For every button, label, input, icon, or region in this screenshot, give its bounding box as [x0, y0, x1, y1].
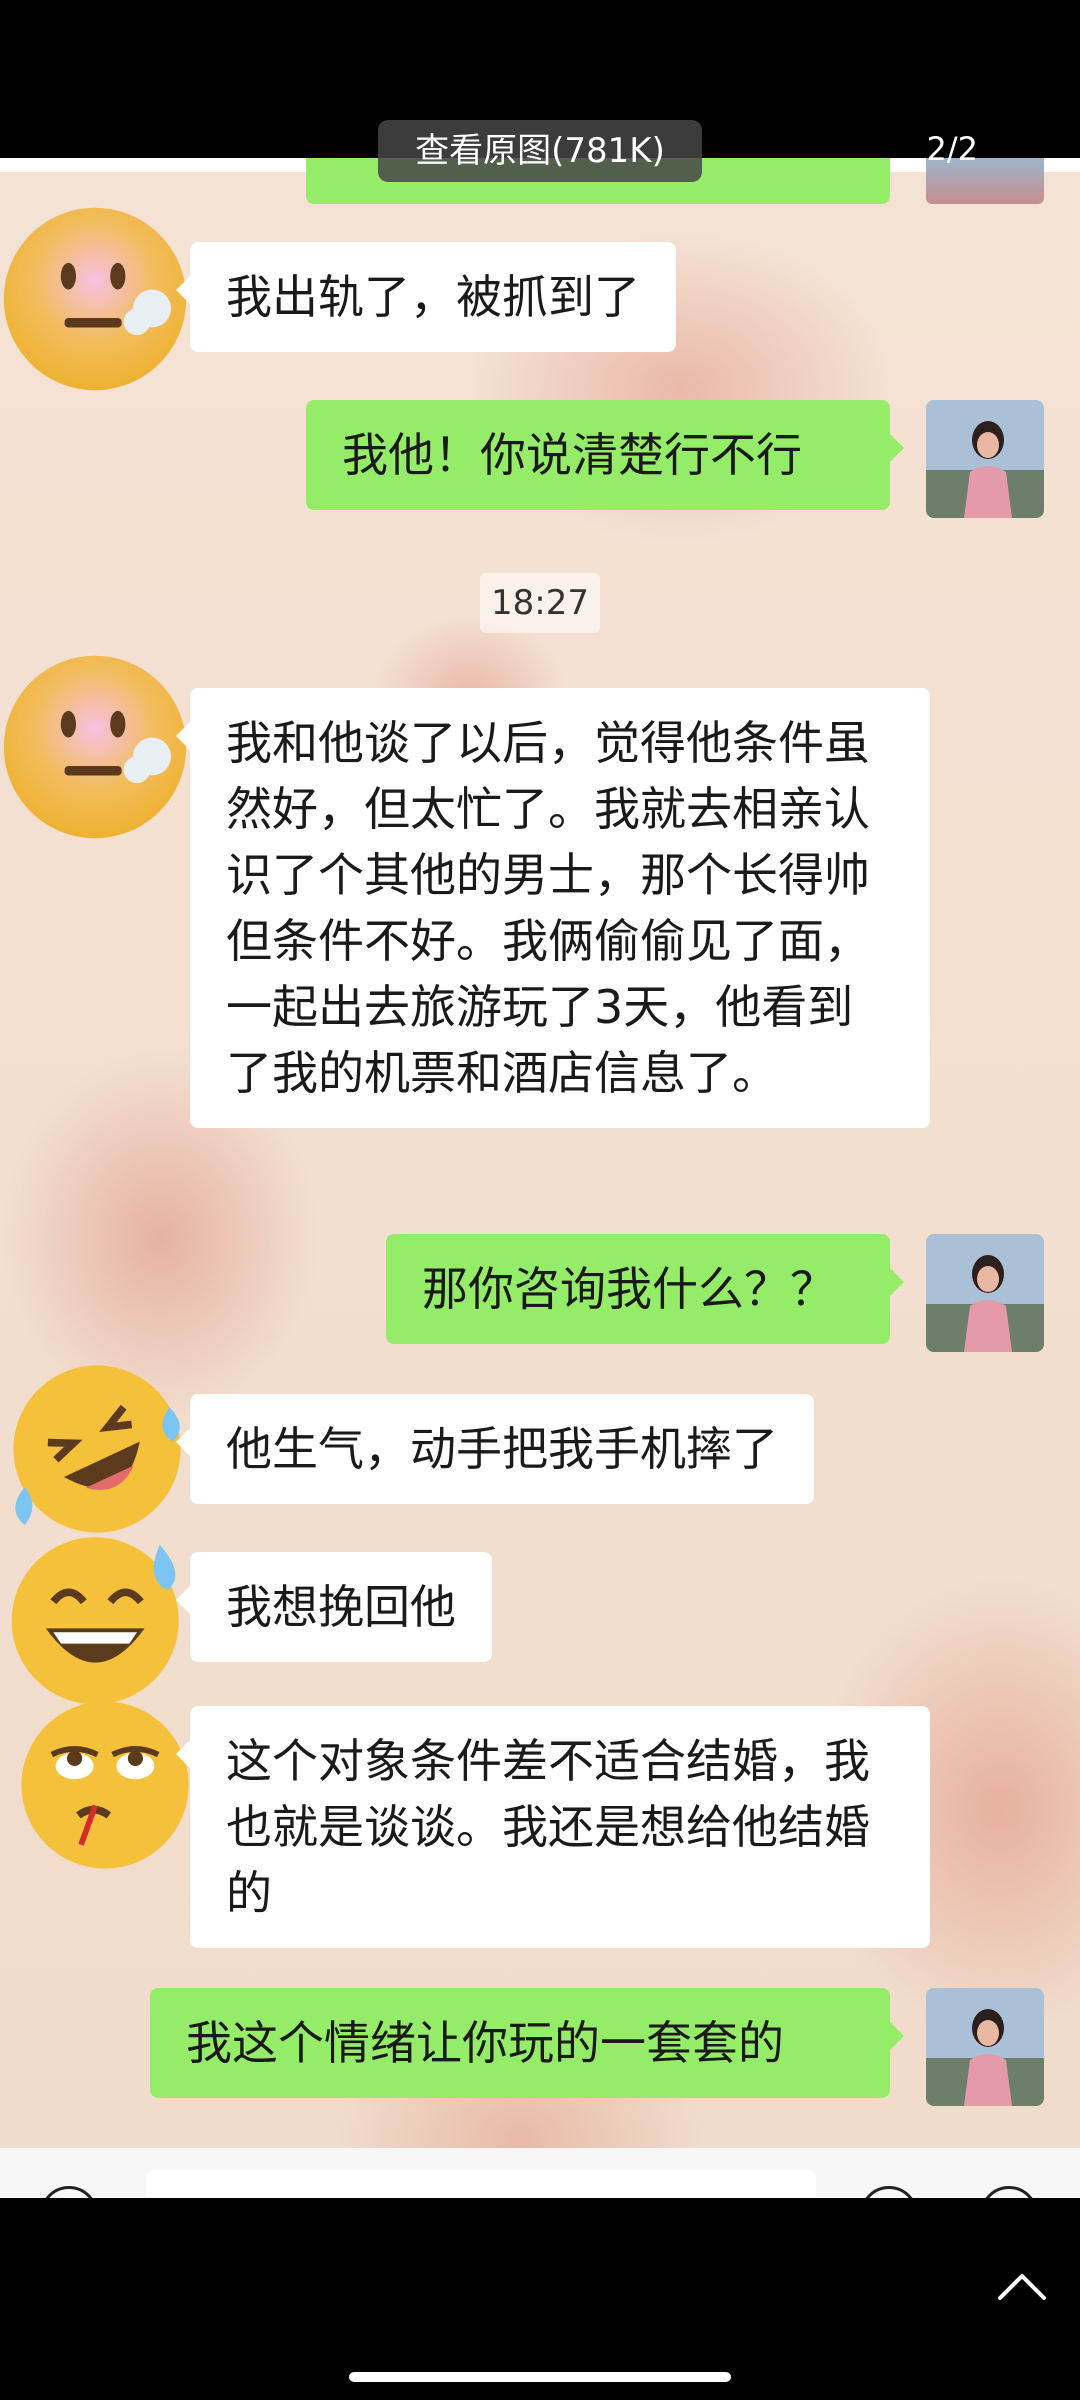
chat-screenshot: 我出轨了，被抓到了 我他！你说清楚行不行 18:27 我和他谈了以后，觉得他条件… [0, 158, 1080, 2198]
image-viewer: 查看原图(781K) 2/2 我出轨了，被抓到了 我他！你说清楚行不行 18:2… [0, 0, 1080, 2400]
message-bubble[interactable]: 我出轨了，被抓到了 [176, 242, 676, 352]
message-bubble[interactable]: 我想挽回他 [176, 1552, 492, 1662]
message-bubble[interactable]: 他生气，动手把我手机摔了 [176, 1394, 814, 1504]
message-text: 这个对象条件差不适合结婚，我也就是谈谈。我还是想给他结婚的 [226, 1734, 870, 1920]
page-indicator: 2/2 [926, 130, 979, 168]
message-text: 我出轨了，被抓到了 [226, 270, 640, 324]
rolling-laughing-emoji-icon [2, 1354, 192, 1548]
message-text: 他生气，动手把我手机摔了 [226, 1422, 778, 1476]
user-avatar[interactable] [926, 1234, 1044, 1352]
message-text: 我和他谈了以后，觉得他条件虽然好，但太忙了。我就去相亲认识了个其他的男士，那个长… [226, 716, 870, 1100]
grinning-sweat-emoji-icon [4, 1522, 194, 1716]
message-bubble[interactable]: 那你咨询我什么？？ [386, 1234, 904, 1344]
message-text: 那你咨询我什么？？ [422, 1262, 836, 1316]
face-exhaling-emoji-icon [0, 652, 190, 846]
view-original-button[interactable]: 查看原图(781K) [378, 120, 702, 182]
chevron-up-icon[interactable] [994, 2266, 1050, 2310]
message-text: 我想挽回他 [226, 1580, 456, 1634]
message-bubble[interactable]: 我和他谈了以后，觉得他条件虽然好，但太忙了。我就去相亲认识了个其他的男士，那个长… [176, 688, 930, 1128]
home-indicator [349, 2372, 731, 2382]
message-text: 我他！你说清楚行不行 [342, 428, 802, 482]
face-exhaling-emoji-icon [0, 204, 190, 398]
message-bubble[interactable]: 我这个情绪让你玩的一套套的 [150, 1988, 904, 2098]
message-text: 我这个情绪让你玩的一套套的 [186, 2016, 784, 2070]
message-input[interactable] [146, 2170, 816, 2198]
message-bubble[interactable]: 我他！你说清楚行不行 [306, 400, 904, 510]
user-avatar[interactable] [926, 1988, 1044, 2106]
message-bubble[interactable]: 这个对象条件差不适合结婚，我也就是谈谈。我还是想给他结婚的 [176, 1706, 930, 1948]
user-avatar[interactable] [926, 400, 1044, 518]
eye-roll-bleeding-emoji-icon [10, 1690, 200, 1884]
timestamp: 18:27 [480, 573, 600, 633]
